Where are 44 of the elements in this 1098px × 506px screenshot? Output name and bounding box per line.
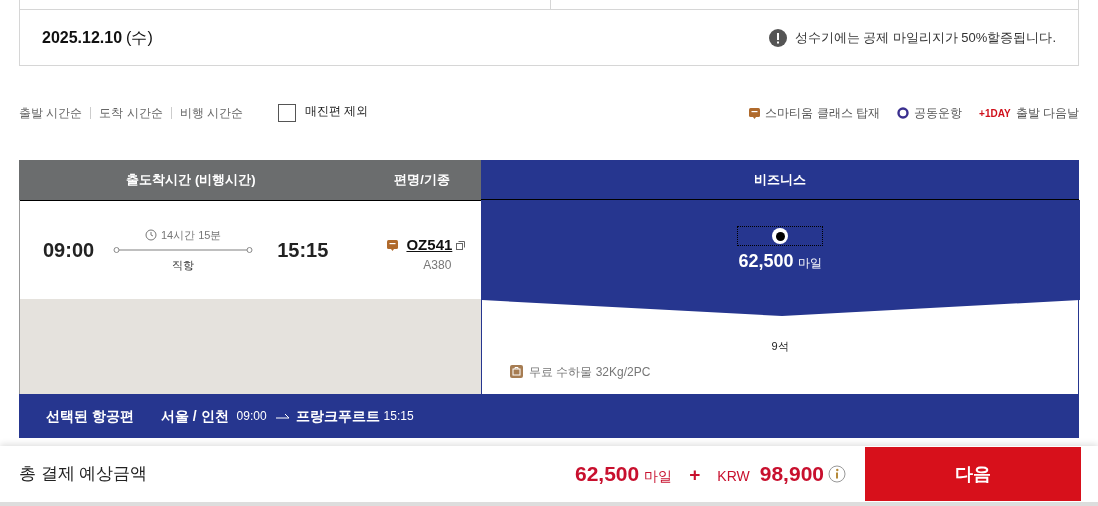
total-label: 총 결제 예상금액 [19,463,148,486]
column-header: 비즈니스 [481,160,1079,200]
legend-label: 출발 다음날 [1015,105,1079,122]
total-miles: 62,500 [575,461,640,488]
selected-flight-label: 선택된 항공편 [46,406,134,426]
baggage-allowance: 무료 수하물 32Kg/2PC [529,363,651,381]
miles-unit: 마일 [797,255,822,272]
aircraft-type: A380 [423,257,452,275]
destination: 프랑크푸르트 [295,406,380,426]
clock-icon [144,228,157,241]
origin: 서울 / 인천 [160,406,229,426]
next-button[interactable]: 다음 [865,447,1081,501]
legend-label: 스마티움 클래스 탑재 [765,105,881,122]
exclamation-icon [768,28,787,47]
baggage-icon [510,365,523,378]
arrival-time: 15:15 [277,238,329,263]
miles-unit: 마일 [644,467,673,487]
next-day-label: +1DAY [979,106,1011,121]
ring-icon [897,107,910,119]
sort-option[interactable]: 비행 시간순 [179,104,244,122]
checkbox[interactable] [278,104,297,122]
fare-radio[interactable] [737,226,823,246]
column-header: 출도착시간 (비행시간) [19,160,363,200]
arrival-time: 15:15 [383,408,414,425]
checkbox-label: 매진편 제외 [305,103,369,120]
flight-duration: 14시간 15분 [160,227,222,243]
fare-miles: 62,500 [738,250,794,273]
legend-label: 공동운항 [914,105,963,122]
sort-option[interactable]: 출발 시간순 [19,104,83,122]
departure-time: 09:00 [43,238,95,263]
info-icon[interactable] [828,465,846,483]
flight-number-link[interactable]: OZ541 [406,233,453,257]
currency: KRW [717,467,750,487]
stops-label: 직항 [172,258,195,273]
copy-icon [456,240,466,250]
total-amount: 98,900 [759,461,824,488]
notice-text: 성수기에는 공제 마일리지가 50%할증됩니다. [794,28,1056,47]
departure-time: 09:00 [236,408,267,425]
date: 2025.12.10 [42,27,123,48]
weekday: (수) [126,27,153,48]
column-header: 편명/기종 [363,160,481,200]
sort-option[interactable]: 도착 시간순 [99,104,163,122]
plus-sign: + [689,463,701,488]
seats-left: 9석 [771,339,789,354]
